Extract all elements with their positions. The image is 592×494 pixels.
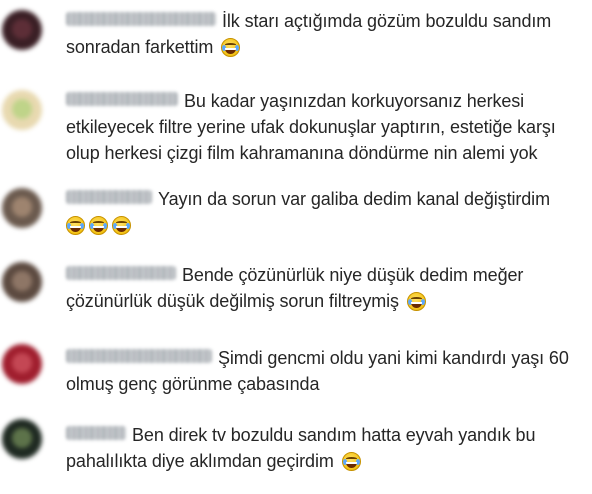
comment-text: Ben direk tv bozuldu sandım hatta eyvah … — [66, 425, 541, 471]
username-link[interactable] — [66, 266, 176, 280]
username-link[interactable] — [66, 190, 152, 204]
tears-of-joy-emoji-icon — [112, 216, 131, 235]
avatar[interactable] — [2, 344, 42, 384]
comment-text-block: Şimdi gencmi oldu yani kimi kandırdı yaş… — [66, 345, 586, 397]
comment-text-block: Yayın da sorun var galiba dedim kanal de… — [66, 186, 586, 238]
username-link[interactable] — [66, 12, 216, 26]
tears-of-joy-emoji-icon — [221, 38, 241, 57]
username-link[interactable] — [66, 426, 126, 440]
comment-list: İlk starı açtığımda gözüm bozuldu sandım… — [0, 0, 592, 494]
comment-text-block: Bende çözünürlük niye düşük dedim meğer … — [66, 262, 586, 314]
tears-of-joy-emoji-icon — [341, 452, 361, 471]
comment-text-block: İlk starı açtığımda gözüm bozuldu sandım… — [66, 8, 586, 60]
tears-of-joy-emoji-icon — [406, 292, 426, 311]
avatar[interactable] — [2, 419, 42, 459]
comment-text-block: Bu kadar yaşınızdan korkuyorsanız herkes… — [66, 88, 586, 166]
avatar[interactable] — [2, 90, 42, 130]
avatar[interactable] — [2, 262, 42, 302]
avatar[interactable] — [2, 188, 42, 228]
comment-text-block: Ben direk tv bozuldu sandım hatta eyvah … — [66, 422, 586, 474]
tears-of-joy-emoji-icon — [66, 216, 85, 235]
username-link[interactable] — [66, 92, 178, 106]
username-link[interactable] — [66, 349, 212, 363]
avatar[interactable] — [2, 10, 42, 50]
comment-text: Yayın da sorun var galiba dedim kanal de… — [158, 189, 550, 209]
tears-of-joy-emoji-icon — [89, 216, 108, 235]
